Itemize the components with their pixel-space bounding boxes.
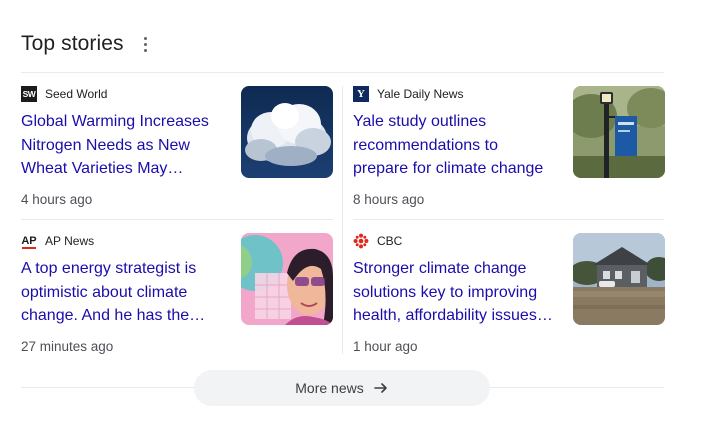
source-name: CBC — [377, 234, 403, 248]
section-title: Top stories — [21, 32, 124, 55]
story-headline-link[interactable]: Stronger climate change solutions key to… — [353, 257, 557, 328]
source-name: AP News — [45, 234, 95, 248]
story-card[interactable]: CBC Stronger climate change solutions ke… — [353, 233, 665, 369]
logo-text: AP — [21, 235, 37, 247]
row-divider — [21, 219, 333, 220]
story-time: 8 hours ago — [353, 192, 425, 207]
more-news-label: More news — [295, 380, 364, 396]
strategist-illustration-image[interactable] — [241, 233, 333, 325]
more-news-button[interactable]: More news — [194, 370, 490, 406]
top-divider — [21, 72, 664, 73]
story-card[interactable]: SW Seed World Global Warming Increases N… — [21, 86, 333, 222]
lamp-post-banner-image[interactable] — [573, 86, 665, 178]
logo-text: Y — [357, 88, 365, 100]
more-news-divider — [490, 387, 664, 388]
cbc-gem-logo — [353, 233, 369, 249]
row-divider — [353, 219, 664, 220]
story-card[interactable]: Y Yale Daily News Yale study outlines re… — [353, 86, 665, 222]
top-stories-header: Top stories — [21, 30, 154, 58]
yale-daily-news-logo: Y — [353, 86, 369, 102]
flooded-house-image[interactable] — [573, 233, 665, 325]
story-time: 4 hours ago — [21, 192, 93, 207]
more-news-divider — [21, 387, 194, 388]
story-headline-link[interactable]: Yale study outlines recommendations to p… — [353, 110, 557, 181]
story-headline-link[interactable]: A top energy strategist is optimistic ab… — [21, 257, 225, 328]
source-name: Seed World — [45, 87, 108, 101]
story-card[interactable]: AP AP News A top energy strategist is op… — [21, 233, 333, 369]
more-vert-icon[interactable] — [138, 34, 154, 54]
logo-text: SW — [22, 89, 36, 99]
story-time: 27 minutes ago — [21, 339, 114, 354]
story-time: 1 hour ago — [353, 339, 418, 354]
column-divider — [342, 86, 343, 354]
clouds-image[interactable] — [241, 86, 333, 178]
source-name: Yale Daily News — [377, 87, 464, 101]
seed-world-logo: SW — [21, 86, 37, 102]
arrow-right-icon — [373, 383, 387, 393]
story-headline-link[interactable]: Global Warming Increases Nitrogen Needs … — [21, 110, 225, 181]
ap-news-logo: AP — [21, 233, 37, 249]
